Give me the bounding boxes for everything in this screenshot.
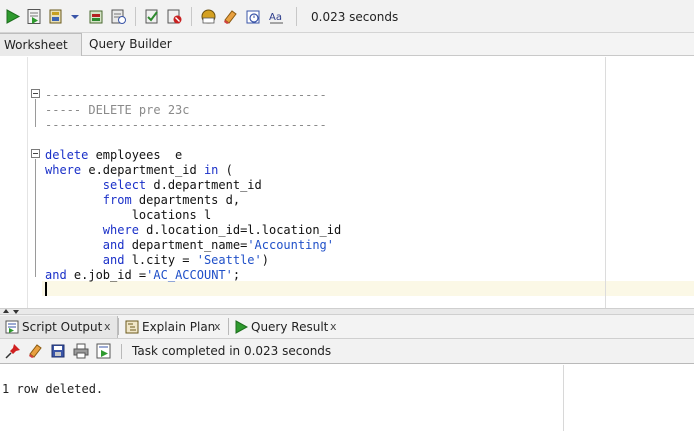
run-statement-icon[interactable]	[4, 8, 21, 25]
clear-output-icon[interactable]	[27, 343, 43, 359]
tab-worksheet[interactable]: Worksheet	[0, 33, 82, 56]
sql-history-icon[interactable]	[110, 8, 127, 25]
sql-text: ;	[232, 268, 241, 282]
sql-text: e.department_id	[81, 163, 204, 177]
sql-keyword: where	[45, 163, 82, 177]
code-line[interactable]: where d.location_id=l.location_id	[45, 223, 341, 238]
code-line[interactable]: locations l	[45, 208, 211, 223]
code-line[interactable]: and e.job_id ='AC_ACCOUNT';	[45, 268, 240, 283]
output-toolbar: Task completed in 0.023 seconds	[0, 339, 694, 364]
output-tab-bar: Script Output x Explain Plan x Query Res…	[0, 315, 694, 339]
sql-keyword: and	[45, 268, 67, 282]
sql-text: departments d,	[131, 193, 241, 207]
sql-string: 'Seattle'	[196, 253, 262, 267]
close-explain-plan-icon[interactable]: x	[214, 316, 221, 338]
sql-keyword: where	[102, 223, 139, 237]
run-script-icon[interactable]	[26, 8, 43, 25]
tab-query-result[interactable]: Query Result x	[229, 316, 341, 338]
right-margin-line	[605, 57, 606, 308]
code-line[interactable]: ---------------------------------------	[45, 88, 327, 103]
collapse-fold-icon[interactable]	[31, 89, 40, 98]
rollback-icon[interactable]	[88, 8, 105, 25]
sql-comment: ----- DELETE pre 23c	[45, 103, 190, 117]
sql-keyword: delete	[45, 148, 89, 162]
explain-plan-tab-icon	[125, 320, 139, 334]
sql-text: (	[218, 163, 233, 177]
text-caret	[45, 282, 47, 296]
code-line[interactable]: and l.city = 'Seattle')	[45, 253, 269, 268]
sql-text: employees e	[88, 148, 183, 162]
sql-text: d.location_id=l.location_id	[138, 223, 342, 237]
code-line[interactable]: and department_name='Accounting'	[45, 238, 334, 253]
maximize-up-icon[interactable]	[3, 309, 9, 313]
output-text: 1 row deleted.	[2, 382, 104, 396]
sql-string: 'AC_ACCOUNT'	[146, 268, 233, 282]
sql-keyword: and	[102, 253, 125, 267]
run-buffer-icon[interactable]	[96, 343, 112, 359]
code-line[interactable]: select d.department_id	[45, 178, 262, 193]
sql-comment: ---------------------------------------	[45, 118, 327, 132]
code-line[interactable]: where e.department_id in (	[45, 163, 233, 178]
output-panel-divider	[563, 365, 564, 431]
line-gutter	[0, 57, 28, 308]
sql-text: d.department_id	[146, 178, 262, 192]
query-result-icon	[235, 320, 248, 334]
save-icon[interactable]	[50, 343, 66, 359]
close-query-result-icon[interactable]: x	[330, 316, 337, 338]
explain-plan-icon[interactable]	[144, 8, 161, 25]
sql-keyword: select	[102, 178, 147, 192]
worksheet-toolbar: Aa 0.023 seconds	[0, 0, 694, 33]
sql-tuning-icon[interactable]	[200, 8, 217, 25]
code-line[interactable]: from departments d,	[45, 193, 240, 208]
tab-query-builder[interactable]: Query Builder	[89, 33, 172, 56]
sql-editor[interactable]: --------------------------------------- -…	[0, 57, 694, 308]
close-script-output-icon[interactable]: x	[104, 316, 111, 338]
print-icon[interactable]	[73, 343, 89, 359]
tab-explain-plan[interactable]: Explain Plan x	[120, 316, 226, 338]
script-output-icon	[5, 320, 19, 334]
elapsed-time: 0.023 seconds	[311, 10, 399, 24]
sql-text: )	[261, 253, 269, 267]
sql-text: e.job_id =	[66, 268, 147, 282]
sql-string: 'Accounting'	[247, 238, 335, 252]
collapse-fold-icon[interactable]	[31, 149, 40, 158]
code-line[interactable]: delete employees e	[45, 148, 182, 163]
format-text-icon[interactable]: Aa	[268, 8, 285, 25]
tab-script-output[interactable]: Script Output x	[0, 316, 118, 338]
maximize-down-icon[interactable]	[13, 310, 19, 314]
sql-text: l.city =	[124, 253, 197, 267]
chevron-down-icon[interactable]	[70, 8, 80, 25]
commit-icon[interactable]	[48, 8, 65, 25]
sql-keyword: from	[102, 193, 132, 207]
sql-text: locations l	[45, 208, 212, 222]
code-line[interactable]: ---------------------------------------	[45, 118, 327, 133]
clear-icon[interactable]	[222, 8, 239, 25]
sql-comment: ---------------------------------------	[45, 88, 327, 102]
sql-keyword: in	[203, 163, 219, 177]
code-line[interactable]: ----- DELETE pre 23c	[45, 103, 190, 118]
pin-icon[interactable]	[5, 343, 21, 359]
script-output-panel[interactable]: 1 row deleted.	[0, 365, 694, 431]
svg-text:Aa: Aa	[269, 12, 282, 23]
autotrace-icon[interactable]	[166, 8, 183, 25]
current-line-highlight	[42, 281, 694, 296]
worksheet-tab-bar: Worksheet Query Builder	[0, 33, 694, 56]
sql-text: department_name=	[124, 238, 248, 252]
panel-splitter[interactable]	[0, 308, 694, 315]
sql-keyword: and	[102, 238, 125, 252]
unshared-worksheet-icon[interactable]	[245, 8, 262, 25]
task-status-message: Task completed in 0.023 seconds	[132, 344, 332, 358]
